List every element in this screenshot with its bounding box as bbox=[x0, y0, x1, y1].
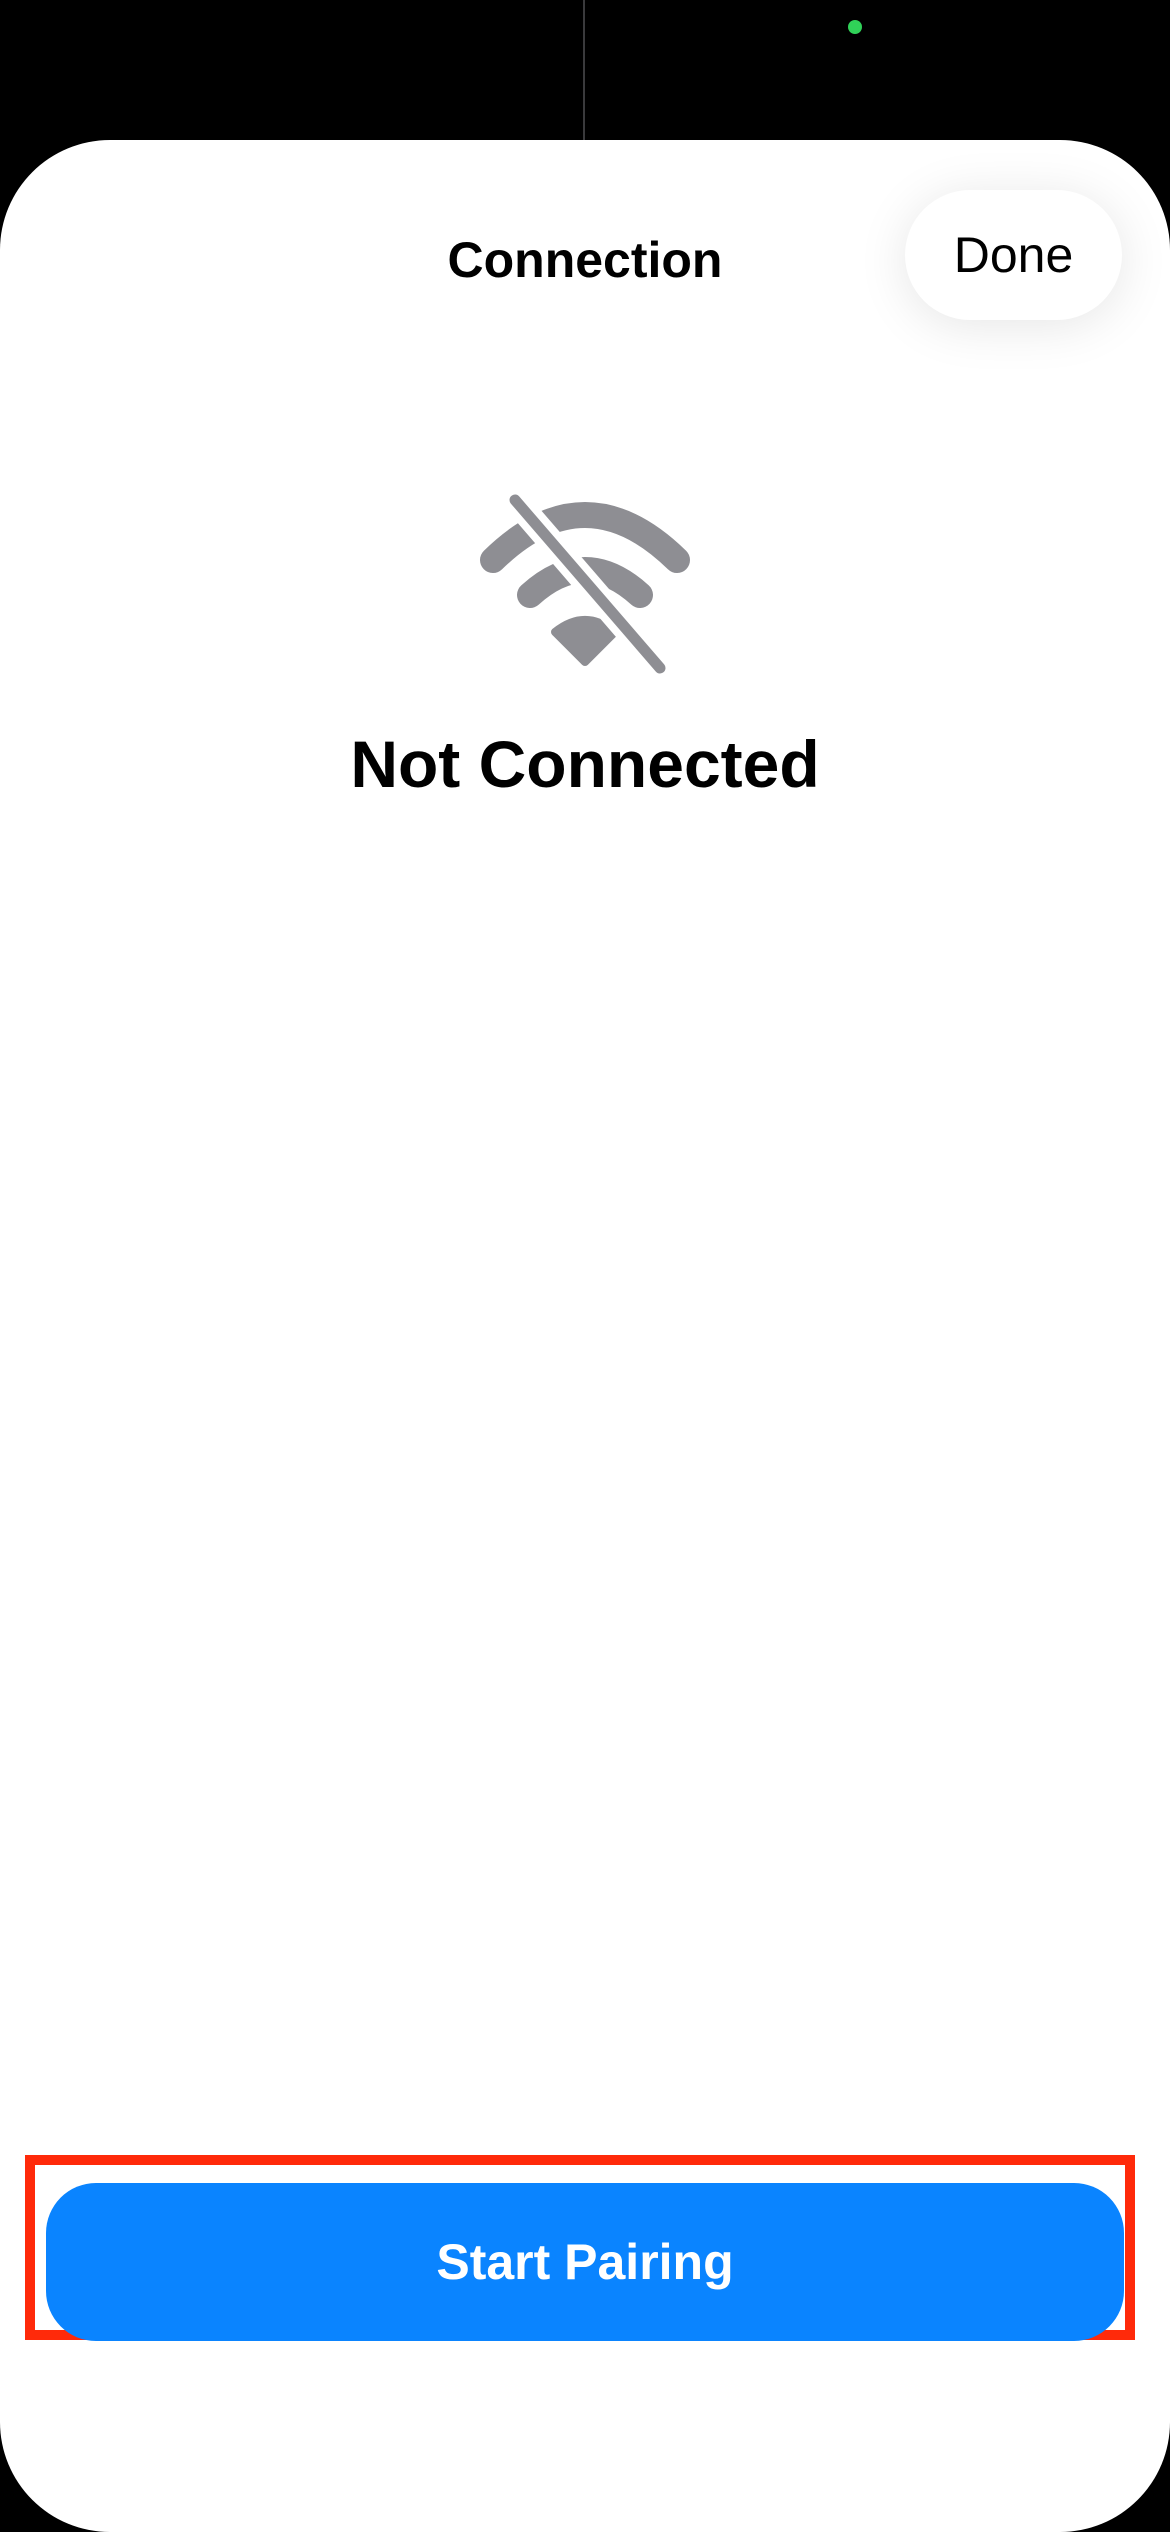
connection-sheet: Connection Done Not Connected Start Pair… bbox=[0, 140, 1170, 2532]
wifi-slash-icon bbox=[480, 490, 690, 680]
wifi-dot bbox=[551, 616, 619, 666]
camera-indicator-dot bbox=[848, 20, 862, 34]
background-divider bbox=[583, 0, 585, 142]
done-button[interactable]: Done bbox=[905, 190, 1122, 320]
connection-status-title: Not Connected bbox=[350, 727, 820, 801]
start-pairing-button[interactable]: Start Pairing bbox=[46, 2183, 1124, 2341]
